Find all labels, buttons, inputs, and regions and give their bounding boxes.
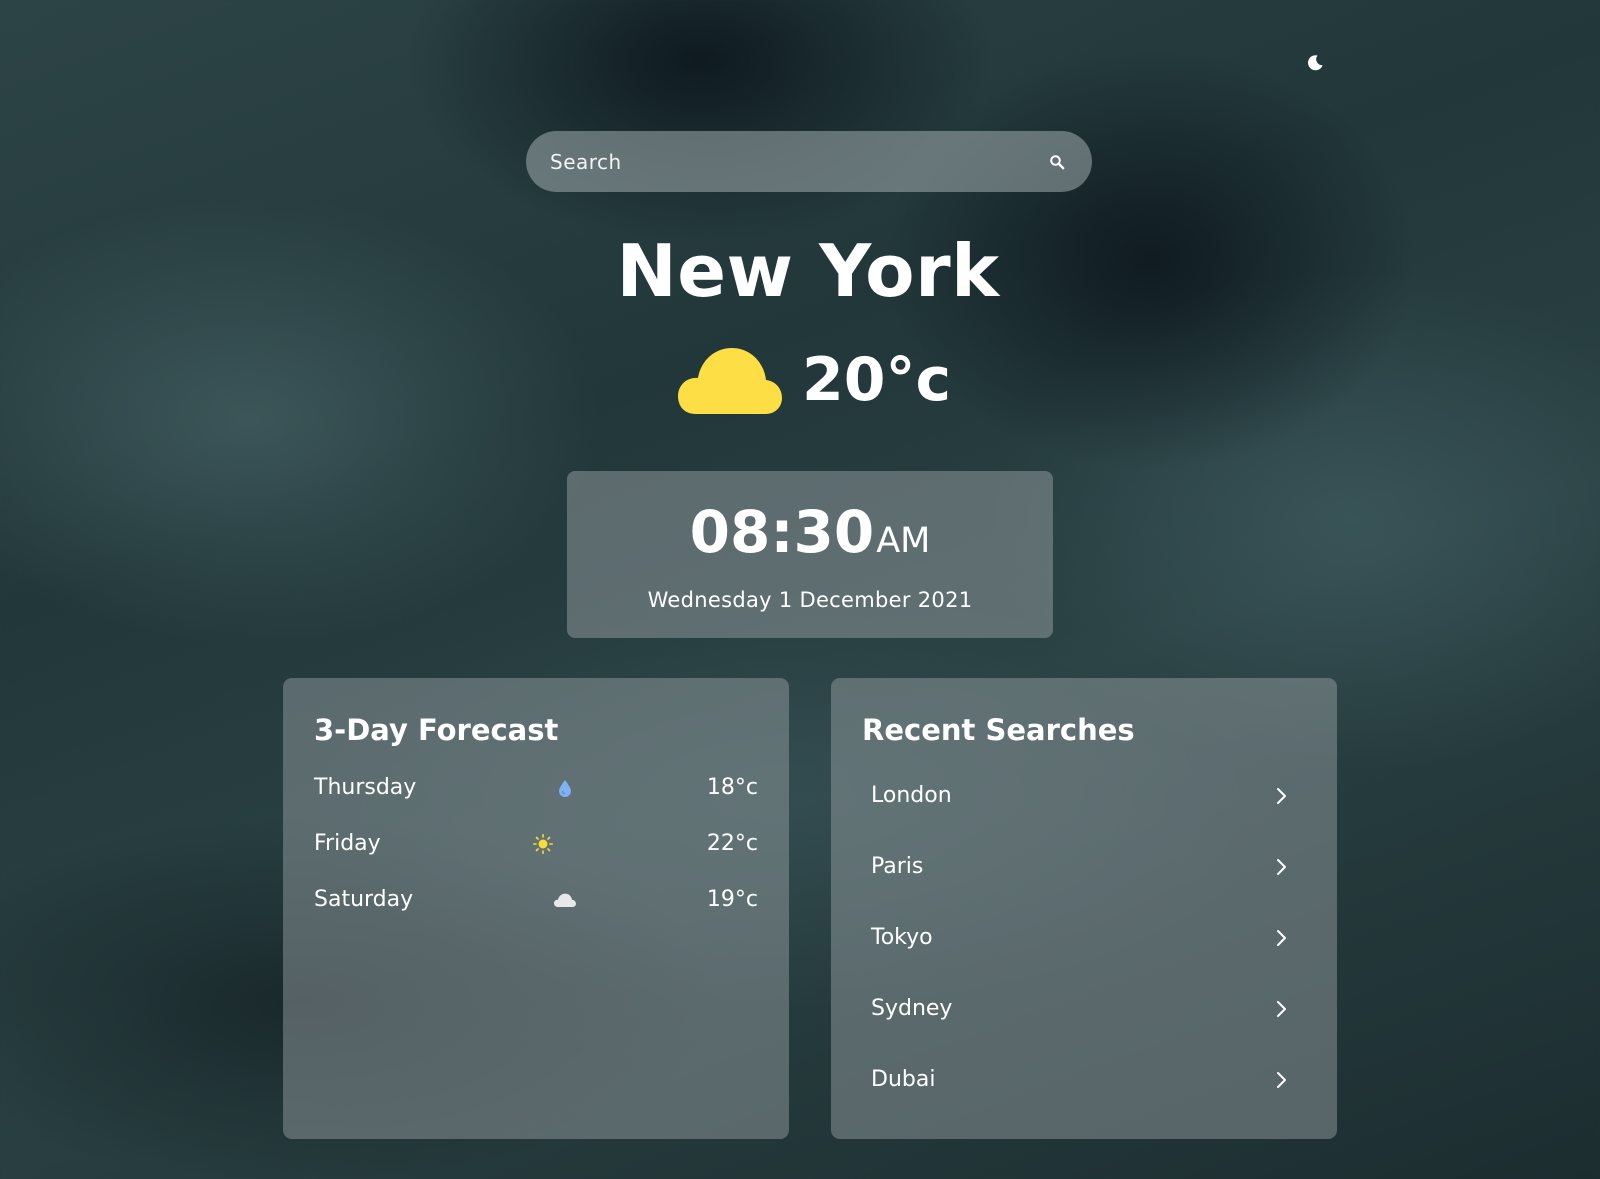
chevron-right-icon — [1277, 930, 1286, 946]
forecast-row: Saturday 19°c — [314, 883, 758, 917]
current-temperature: 20°c — [802, 345, 952, 415]
recent-search-label: London — [871, 783, 952, 808]
cloud-icon — [554, 890, 576, 910]
forecast-panel: 3-Day Forecast Thursday 18°c Friday 22°c… — [283, 678, 789, 1139]
search-icon — [1050, 154, 1065, 169]
search-bar — [526, 131, 1092, 192]
current-weather: 20°c — [678, 344, 951, 416]
recent-search-item-sydney[interactable]: Sydney — [871, 989, 1301, 1029]
time-display: 08:30AM — [567, 497, 1053, 582]
forecast-day: Friday — [314, 831, 381, 856]
sun-icon — [532, 834, 554, 854]
recent-search-label: Tokyo — [871, 925, 933, 950]
recent-search-item-tokyo[interactable]: Tokyo — [871, 918, 1301, 958]
search-input[interactable] — [548, 148, 1044, 175]
forecast-temp: 22°c — [706, 831, 758, 856]
chevron-right-icon — [1277, 859, 1286, 875]
cloud-icon — [678, 348, 782, 414]
raindrop-icon — [554, 778, 576, 798]
forecast-row: Thursday 18°c — [314, 771, 758, 805]
recent-search-label: Sydney — [871, 996, 953, 1021]
clock-card: 08:30AM Wednesday 1 December 2021 — [567, 471, 1053, 638]
clock-time: 08:30 — [689, 498, 875, 566]
moon-icon — [1308, 55, 1323, 71]
forecast-temp: 18°c — [706, 775, 758, 800]
chevron-right-icon — [1277, 1001, 1286, 1017]
city-name: New York — [616, 229, 1000, 313]
recent-search-item-london[interactable]: London — [871, 776, 1301, 816]
chevron-right-icon — [1277, 788, 1286, 804]
forecast-day: Thursday — [314, 775, 417, 800]
recent-searches-panel: Recent Searches London Paris Tokyo Sydne… — [831, 678, 1337, 1139]
clock-date: Wednesday 1 December 2021 — [647, 588, 973, 612]
forecast-title: 3-Day Forecast — [314, 713, 559, 747]
recent-search-item-dubai[interactable]: Dubai — [871, 1060, 1301, 1100]
forecast-row: Friday 22°c — [314, 827, 758, 861]
recent-search-label: Dubai — [871, 1067, 936, 1092]
recent-searches-title: Recent Searches — [862, 713, 1135, 747]
chevron-right-icon — [1277, 1072, 1286, 1088]
search-button[interactable] — [1044, 149, 1070, 175]
theme-toggle-button[interactable] — [1304, 52, 1326, 74]
recent-search-label: Paris — [871, 854, 924, 879]
forecast-temp: 19°c — [706, 887, 758, 912]
recent-search-item-paris[interactable]: Paris — [871, 847, 1301, 887]
clock-ampm: AM — [876, 521, 931, 561]
forecast-day: Saturday — [314, 887, 414, 912]
